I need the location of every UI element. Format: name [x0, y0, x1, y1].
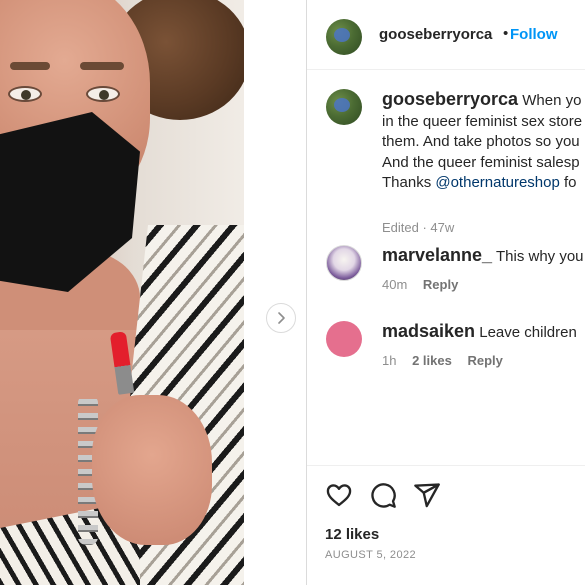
author-username[interactable]: gooseberryorca: [379, 26, 492, 43]
caption-line: in the queer feminist sex store: [382, 112, 583, 130]
caption-username[interactable]: gooseberryorca: [382, 89, 518, 109]
comment-content: Leave children: [479, 324, 577, 341]
caption-text: gooseberryorca When yo in the queer femi…: [382, 89, 585, 194]
author-avatar[interactable]: [326, 19, 362, 55]
comment-content: This why you: [495, 248, 584, 265]
share-icon[interactable]: [413, 481, 441, 509]
edited-timestamp[interactable]: Edited · 47w: [382, 220, 454, 235]
caption-line: fo: [559, 174, 577, 191]
commenter-username[interactable]: marvelanne_: [382, 245, 492, 265]
comment-meta: 40m Reply: [382, 277, 470, 292]
comment-age[interactable]: 40m: [382, 277, 407, 292]
photo-eye-left: [8, 86, 42, 102]
post-footer: 12 likes AUGUST 5, 2022: [307, 465, 585, 585]
photo-hand: [92, 395, 212, 545]
post-header: gooseberryorca • Follow: [307, 0, 585, 70]
caption-line: Thanks: [382, 174, 436, 191]
comment-text: madsaiken Leave children: [382, 321, 585, 344]
photo-brow-right: [80, 62, 124, 70]
commenter-avatar[interactable]: [326, 321, 362, 357]
heart-icon[interactable]: [325, 481, 353, 509]
likes-count[interactable]: 12 likes: [325, 526, 379, 543]
mention-link[interactable]: @othernatureshop: [435, 174, 559, 191]
reply-button[interactable]: Reply: [423, 277, 458, 292]
comments-panel[interactable]: gooseberryorca When yo in the queer femi…: [307, 70, 585, 465]
action-bar: [325, 481, 441, 509]
post-date[interactable]: AUGUST 5, 2022: [325, 549, 416, 561]
commenter-avatar[interactable]: [326, 245, 362, 281]
caption-line: When yo: [522, 92, 582, 109]
caption-meta: Edited · 47w: [382, 220, 466, 235]
comment-likes[interactable]: 2 likes: [412, 353, 452, 368]
chevron-right-icon: [278, 312, 285, 324]
caption-line: And the queer feminist salesp: [382, 153, 580, 171]
reply-button[interactable]: Reply: [467, 353, 502, 368]
comment-text: marvelanne_ This why you: [382, 245, 585, 268]
post-photo[interactable]: [0, 0, 244, 585]
caption-line: them. And take photos so you: [382, 133, 580, 150]
comment-icon[interactable]: [369, 481, 397, 509]
follow-button[interactable]: Follow: [510, 26, 558, 43]
commenter-username[interactable]: madsaiken: [382, 321, 475, 341]
caption-avatar[interactable]: [326, 89, 362, 125]
photo-eye-right: [86, 86, 120, 102]
header-separator: •: [503, 25, 509, 42]
next-photo-button[interactable]: [266, 303, 296, 333]
comment-meta: 1h 2 likes Reply: [382, 353, 515, 368]
photo-brow-left: [10, 62, 50, 70]
comment-age[interactable]: 1h: [382, 353, 396, 368]
